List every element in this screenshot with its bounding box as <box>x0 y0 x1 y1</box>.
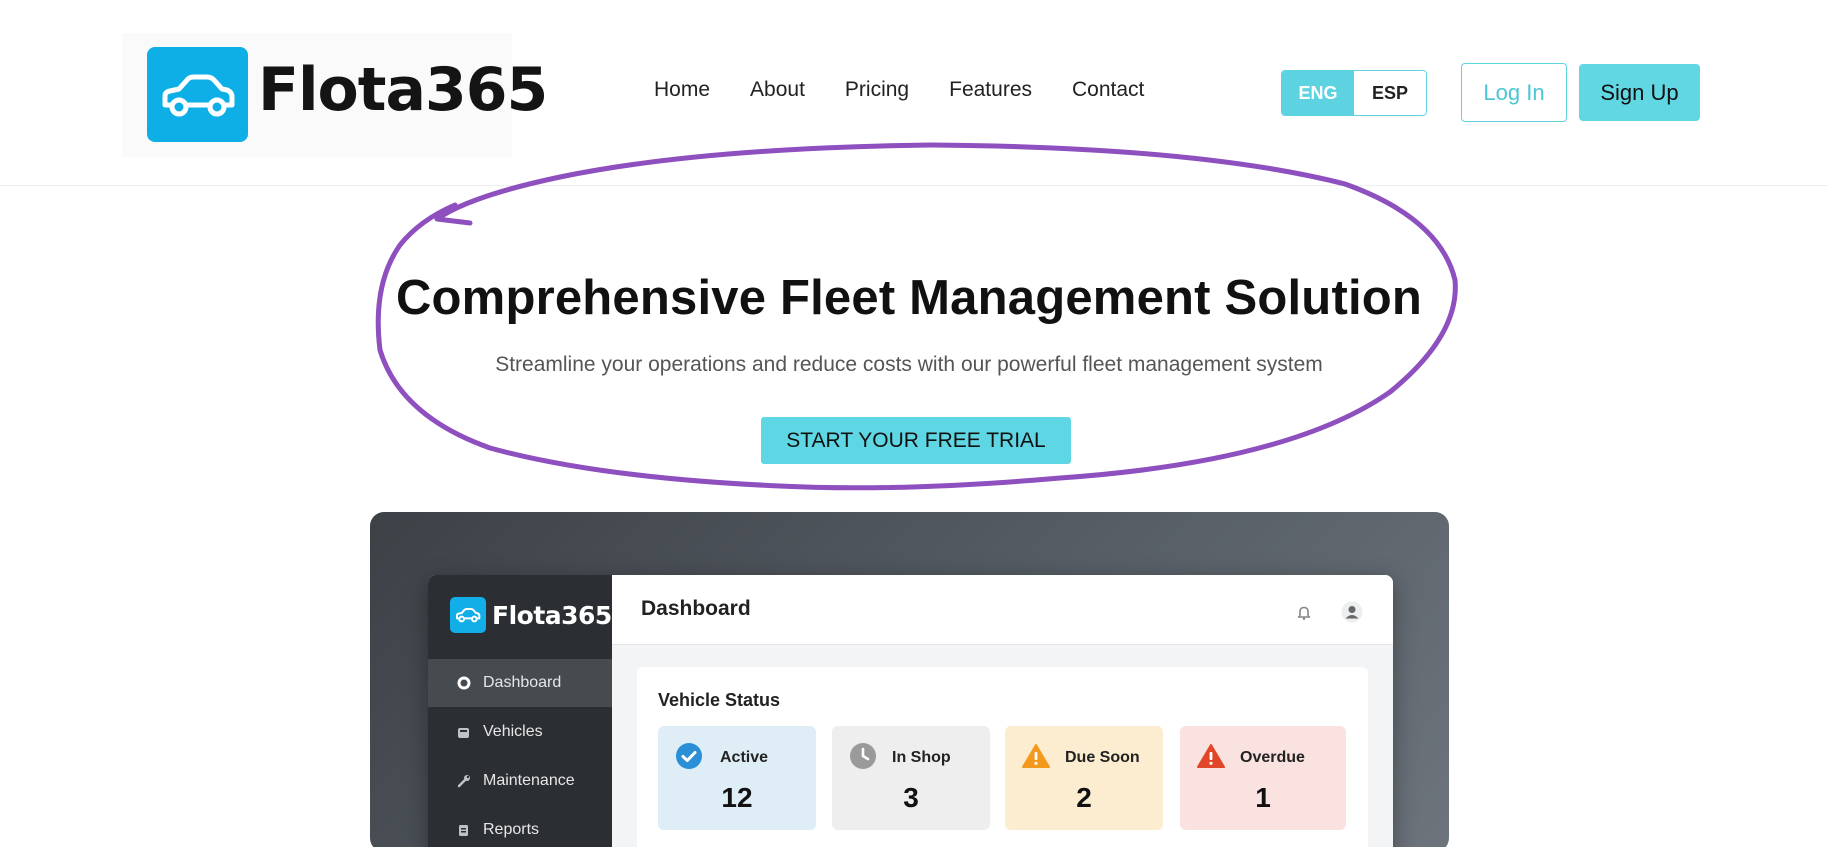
dashboard-main: Dashboard Vehicle Status Active 12 In Sh… <box>612 575 1393 847</box>
status-card-in-shop[interactable]: In Shop 3 <box>832 726 990 830</box>
warning-icon <box>1022 742 1050 770</box>
status-card-value: 1 <box>1255 782 1271 813</box>
user-avatar-icon[interactable] <box>1341 601 1363 628</box>
status-card-label: Due Soon <box>1065 749 1140 766</box>
status-card-value: 3 <box>903 782 919 813</box>
car-icon <box>147 47 248 142</box>
start-free-trial-button[interactable]: START YOUR FREE TRIAL <box>761 417 1071 464</box>
site-header: Flota365 Home About Pricing Features Con… <box>0 0 1828 186</box>
lang-esp-button[interactable]: ESP <box>1354 71 1426 115</box>
brand-name: Flota365 <box>258 55 548 125</box>
status-card-value: 2 <box>1076 782 1092 813</box>
sidebar-item-vehicles[interactable]: Vehicles <box>428 708 612 756</box>
hero-subtitle: Streamline your operations and reduce co… <box>495 353 1323 376</box>
report-icon <box>456 823 471 838</box>
landing-page: Flota365 Home About Pricing Features Con… <box>0 0 1828 847</box>
vehicle-icon <box>456 725 471 740</box>
sidebar-item-label: Maintenance <box>483 772 575 789</box>
status-card-active[interactable]: Active 12 <box>658 726 816 830</box>
status-card-due-soon[interactable]: Due Soon 2 <box>1005 726 1163 830</box>
vehicle-status-title: Vehicle Status <box>658 690 781 710</box>
bell-icon[interactable] <box>1297 605 1311 625</box>
status-card-overdue[interactable]: Overdue 1 <box>1180 726 1346 830</box>
sidebar-item-maintenance[interactable]: Maintenance <box>428 757 612 805</box>
circle-icon <box>456 676 471 691</box>
dashboard-brand-name: Flota365 <box>492 600 612 630</box>
page-title: Dashboard <box>641 597 751 620</box>
wrench-icon <box>456 774 471 789</box>
check-circle-icon <box>675 742 703 770</box>
status-card-label: In Shop <box>892 749 951 766</box>
dashboard-topbar: Dashboard <box>612 575 1393 645</box>
status-card-label: Active <box>720 749 769 766</box>
dashboard-sidebar: Flota365 Dashboard Vehicles Maintenance … <box>428 575 612 847</box>
status-card-value: 12 <box>721 782 753 813</box>
status-card-label: Overdue <box>1240 749 1305 766</box>
sidebar-item-label: Vehicles <box>483 723 543 740</box>
car-icon <box>450 597 486 633</box>
clock-icon <box>849 742 877 770</box>
alert-icon <box>1197 742 1225 770</box>
language-switcher: ENG ESP <box>1281 70 1427 116</box>
nav-features[interactable]: Features <box>949 78 1032 102</box>
nav-home[interactable]: Home <box>654 78 710 102</box>
sidebar-item-label: Dashboard <box>483 674 562 691</box>
logo[interactable]: Flota365 <box>122 33 548 157</box>
main-nav: Home About Pricing Features Contact <box>654 78 1184 102</box>
lang-eng-button[interactable]: ENG <box>1282 71 1354 115</box>
signup-button[interactable]: Sign Up <box>1579 64 1700 121</box>
vehicle-status-panel: Vehicle Status Active 12 In Shop 3 Due S… <box>637 667 1368 847</box>
dashboard-preview: Flota365 Dashboard Vehicles Maintenance … <box>370 512 1449 847</box>
dashboard-app: Flota365 Dashboard Vehicles Maintenance … <box>428 575 1393 847</box>
nav-about[interactable]: About <box>750 78 805 102</box>
sidebar-item-label: Reports <box>483 821 540 838</box>
sidebar-item-reports[interactable]: Reports <box>428 806 612 847</box>
sidebar-item-dashboard[interactable]: Dashboard <box>428 659 612 707</box>
dashboard-brand: Flota365 <box>450 597 612 633</box>
login-button[interactable]: Log In <box>1461 63 1567 122</box>
hero-title: Comprehensive Fleet Management Solution <box>395 271 1423 325</box>
nav-contact[interactable]: Contact <box>1072 78 1144 102</box>
nav-pricing[interactable]: Pricing <box>845 78 909 102</box>
